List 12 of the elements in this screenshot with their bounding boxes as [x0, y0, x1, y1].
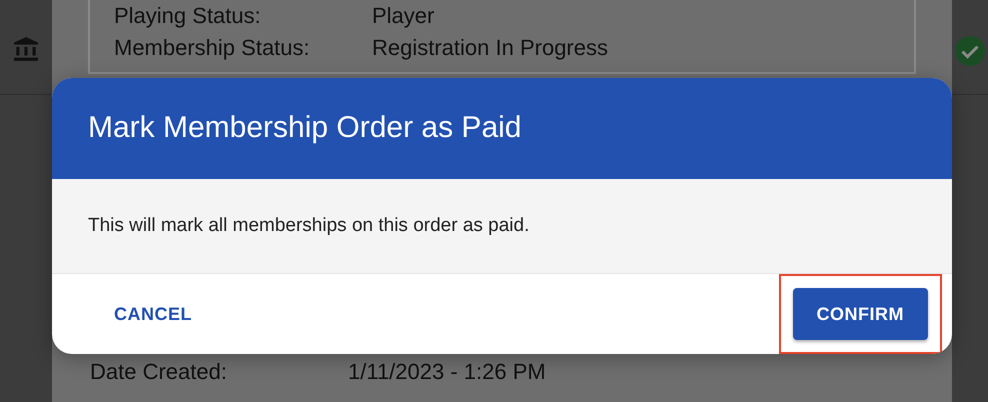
dialog-title: Mark Membership Order as Paid: [88, 111, 522, 146]
confirm-button[interactable]: CONFIRM: [792, 288, 928, 340]
detail-value: Player: [372, 2, 436, 30]
check-circle-icon: [955, 36, 985, 66]
dialog-message: This will mark all memberships on this order as paid.: [88, 214, 530, 237]
detail-value: 1/11/2023 - 1:26 PM: [348, 358, 547, 386]
detail-label: Date Created:: [90, 358, 228, 386]
detail-label: Membership Status:: [114, 34, 311, 62]
detail-value: Registration In Progress: [372, 34, 609, 62]
cancel-button[interactable]: CANCEL: [90, 288, 216, 340]
detail-label: Playing Status:: [114, 2, 262, 30]
bank-icon: [13, 36, 39, 62]
